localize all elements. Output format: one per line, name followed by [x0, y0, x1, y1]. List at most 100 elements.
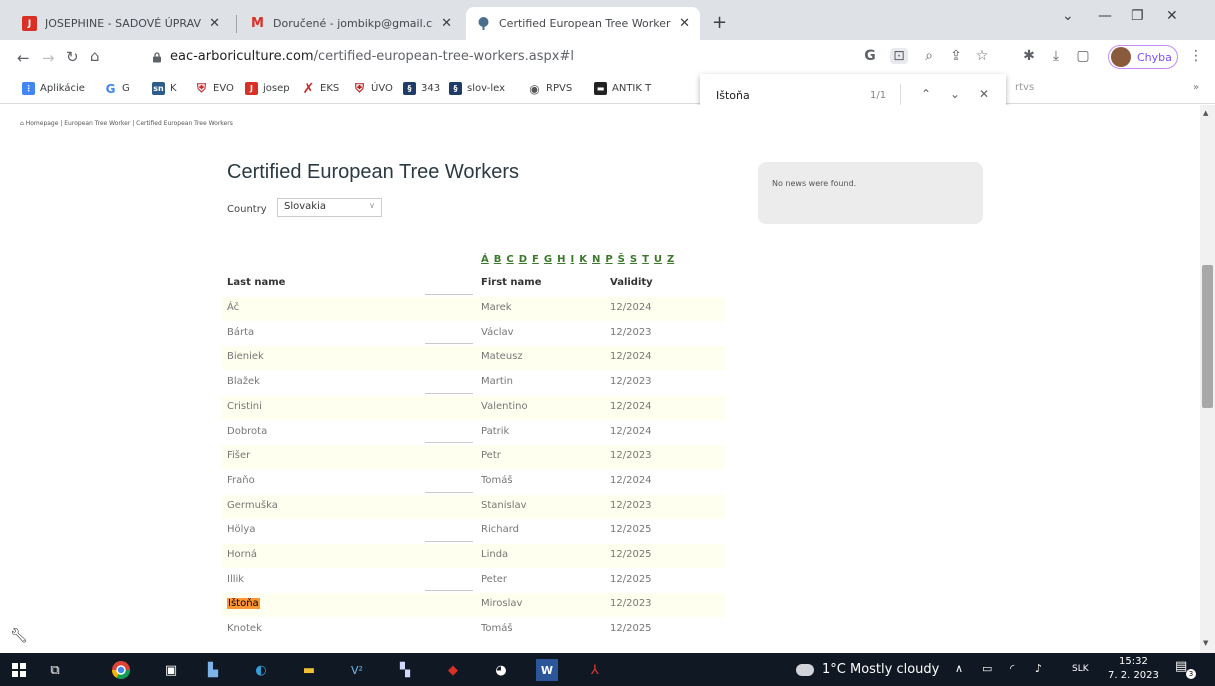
- alphabet-link[interactable]: S: [630, 254, 637, 265]
- wrench-icon[interactable]: 🔧︎: [10, 628, 28, 644]
- bookmark-g[interactable]: GG: [104, 82, 130, 96]
- back-arrow-icon[interactable]: ←: [17, 49, 30, 67]
- chrome-icon[interactable]: [110, 659, 132, 681]
- bookmark-uvo[interactable]: ⛨ ÚVO: [353, 81, 393, 95]
- breadcrumb-text[interactable]: Homepage | European Tree Worker | Certif…: [26, 120, 233, 127]
- profile-button[interactable]: Chyba: [1108, 45, 1178, 69]
- share-icon[interactable]: ⇪: [947, 48, 965, 64]
- find-input[interactable]: Ištoňa: [716, 89, 750, 102]
- tab-josephine[interactable]: J JOSEPHINE - SADOVÉ ÚPRAVY \ ✕: [12, 7, 230, 40]
- tray-chevron-up-icon[interactable]: ∧: [955, 662, 963, 675]
- country-label: Country: [227, 204, 267, 215]
- tab-search-chevron-icon[interactable]: ⌄: [1062, 8, 1074, 24]
- alphabet-link[interactable]: T: [642, 254, 649, 265]
- alphabet-link[interactable]: H: [557, 254, 565, 265]
- bookmark-aplikacie[interactable]: ⋮ Aplikácie: [22, 82, 85, 95]
- bookmark-star-icon[interactable]: ☆: [973, 48, 991, 64]
- table-row: Bieniek Mateusz 12/2024: [221, 343, 725, 371]
- table-row: Horná Linda 12/2025: [221, 541, 725, 568]
- alphabet-link[interactable]: N: [592, 254, 600, 265]
- table-row: Fraňo Tomáš 12/2024: [221, 470, 725, 494]
- bookmark-rpvs[interactable]: ◉ RPVS: [528, 82, 572, 96]
- notifications-icon[interactable]: ▤ 3: [1175, 659, 1196, 679]
- alphabet-link[interactable]: I: [570, 254, 574, 265]
- alphabet-link[interactable]: F: [532, 254, 539, 265]
- app-icon[interactable]: ▚: [394, 659, 416, 681]
- bookmark-343[interactable]: § 343: [403, 82, 440, 95]
- language-indicator[interactable]: SLK: [1072, 664, 1089, 674]
- close-icon[interactable]: ✕: [441, 16, 452, 31]
- scroll-up-icon[interactable]: ▲: [1203, 109, 1208, 117]
- word-icon[interactable]: W: [536, 659, 558, 681]
- home-icon[interactable]: ⌂: [90, 47, 100, 65]
- first-name-cell: Richard: [481, 524, 519, 536]
- bookmark-eks[interactable]: ✗ EKS: [302, 81, 340, 97]
- zoom-icon[interactable]: ⌕: [920, 48, 938, 64]
- side-panel-icon[interactable]: ▢: [1074, 48, 1092, 64]
- acrobat-icon[interactable]: ⅄: [584, 659, 606, 681]
- col-header-validity: Validity: [610, 277, 653, 288]
- tab-certified-tree-workers[interactable]: Certified European Tree Workers ✕: [466, 7, 700, 40]
- alphabet-link[interactable]: B: [494, 254, 502, 265]
- bookmark-josep[interactable]: Jjosep: [245, 82, 290, 95]
- alphabet-link[interactable]: Z: [667, 254, 674, 265]
- bookmark-antik[interactable]: ▬ ANTIK T: [594, 82, 651, 95]
- find-next-chevron-down-icon[interactable]: ⌄: [950, 87, 960, 101]
- close-icon[interactable]: ✕: [209, 16, 220, 31]
- app-icon[interactable]: ▙: [202, 659, 224, 681]
- alphabet-link[interactable]: C: [506, 254, 513, 265]
- network-icon[interactable]: ▭: [982, 662, 992, 675]
- task-view-icon[interactable]: ⧉: [44, 659, 66, 681]
- extensions-puzzle-icon[interactable]: ✱: [1020, 48, 1038, 64]
- bookmark-evo[interactable]: ⛨ EVO: [195, 81, 234, 95]
- close-icon[interactable]: ✕: [679, 16, 690, 31]
- lock-icon[interactable]: [152, 52, 162, 63]
- country-select[interactable]: Slovakia ∨: [277, 198, 382, 217]
- alphabet-link[interactable]: Š: [618, 254, 625, 265]
- bookmark-slov-lex[interactable]: § slov-lex: [449, 82, 505, 95]
- url-text[interactable]: eac-arboriculture.com/certified-european…: [170, 49, 574, 64]
- alphabet-link[interactable]: D: [519, 254, 527, 265]
- find-close-icon[interactable]: ✕: [979, 87, 989, 101]
- edge-icon[interactable]: ◐: [250, 659, 272, 681]
- volume-icon[interactable]: ♪: [1035, 662, 1042, 675]
- wifi-icon[interactable]: ◜: [1010, 662, 1014, 675]
- minimize-icon[interactable]: —: [1098, 8, 1112, 24]
- clock[interactable]: 15:32 7. 2. 2023: [1108, 655, 1159, 683]
- more-bookmarks-icon[interactable]: »: [1193, 82, 1199, 93]
- page-scrollbar[interactable]: ▲ ▼: [1200, 105, 1215, 653]
- reload-icon[interactable]: ↻: [66, 48, 79, 66]
- weather-widget[interactable]: 1°C Mostly cloudy: [796, 662, 939, 677]
- download-icon[interactable]: ⤓: [1047, 48, 1065, 64]
- google-translate-icon[interactable]: G: [861, 48, 879, 64]
- find-active-icon[interactable]: ⊡: [890, 48, 908, 64]
- app-icon[interactable]: ◆: [442, 659, 464, 681]
- app-icon[interactable]: ◕: [490, 659, 512, 681]
- calculator-icon[interactable]: ▣: [160, 659, 182, 681]
- windows-taskbar: [0, 653, 1215, 686]
- windows-start-icon[interactable]: [8, 659, 30, 681]
- first-name-cell: Peter: [481, 573, 508, 585]
- scroll-down-icon[interactable]: ▼: [1203, 639, 1208, 647]
- alphabet-link[interactable]: U: [654, 254, 662, 265]
- last-name-cell: Bieniek: [227, 351, 264, 363]
- restore-icon[interactable]: ❐: [1131, 8, 1144, 24]
- row-divider: [425, 491, 473, 493]
- file-explorer-icon[interactable]: ▬: [298, 659, 320, 681]
- bookmark-rtvs[interactable]: rtvs: [1015, 82, 1034, 93]
- alphabet-link[interactable]: K: [579, 254, 587, 265]
- scrollbar-thumb[interactable]: [1202, 265, 1213, 408]
- alphabet-link[interactable]: P: [605, 254, 612, 265]
- menu-kebab-icon[interactable]: ⋮: [1187, 48, 1205, 64]
- alphabet-link[interactable]: Á: [481, 254, 489, 265]
- vpn-app-icon[interactable]: V²: [346, 659, 368, 681]
- tab-gmail[interactable]: M Doručené - jombikp@gmail.com ✕: [240, 7, 462, 40]
- bookmark-label: ANTIK T: [612, 83, 652, 94]
- bookmark-k[interactable]: sn K: [152, 82, 177, 95]
- forward-arrow-icon[interactable]: →: [42, 49, 55, 67]
- find-prev-chevron-up-icon[interactable]: ⌃: [921, 87, 931, 101]
- weather-text: 1°C Mostly cloudy: [822, 662, 940, 677]
- alphabet-link[interactable]: G: [544, 254, 552, 265]
- new-tab-plus-icon[interactable]: +: [712, 12, 727, 33]
- window-close-icon[interactable]: ✕: [1166, 8, 1178, 24]
